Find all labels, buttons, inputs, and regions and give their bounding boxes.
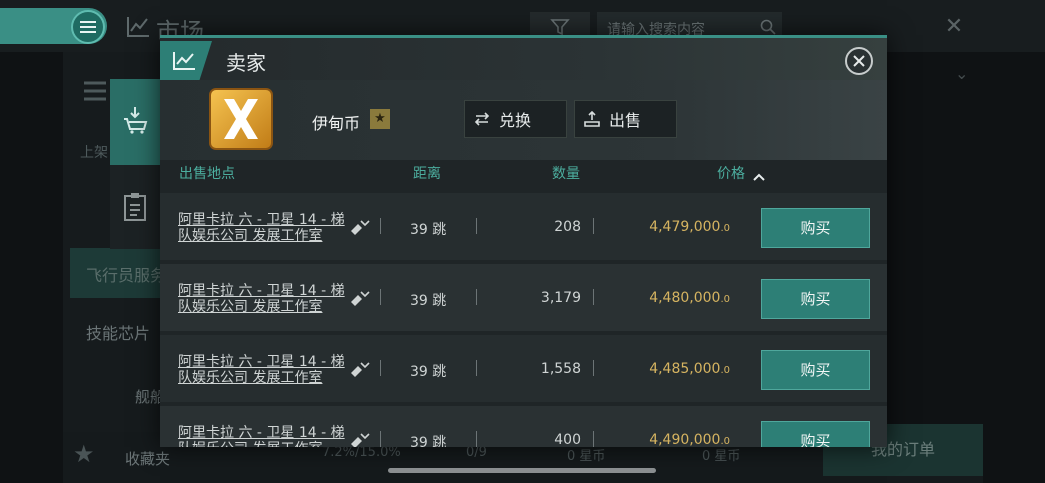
row-location[interactable]: 阿里卡拉 六 - 卫星 14 - 梯队娱乐公司 发展工作室 [178,425,346,447]
balance-stat: 0 星币 [567,449,606,464]
divider [380,431,381,447]
row-location[interactable]: 阿里卡拉 六 - 卫星 14 - 梯队娱乐公司 发展工作室 [178,212,346,244]
close-icon[interactable]: ✕ [941,14,967,40]
exchange-label: 兑换 [499,111,532,130]
clipboard-icon [124,193,146,221]
divider [593,431,594,447]
star-icon: ★ [370,109,390,129]
divider [476,431,477,447]
row-quantity: 3,179 [540,290,581,306]
cart-icon [124,107,148,134]
tax-stat: 7.2%/15.0% [322,445,401,460]
exchange-button[interactable]: 兑换 [464,100,567,138]
exchange-icon [474,112,490,126]
row-quantity: 1,558 [540,361,581,377]
row-jumps: 39 跳 [410,293,447,309]
column-price[interactable]: 价格 [717,163,745,183]
hamburger-icon[interactable] [71,10,105,44]
orders-count: 0/9 [466,445,487,460]
buy-button[interactable]: 购买 [761,208,870,248]
column-quantity[interactable]: 数量 [552,163,580,183]
chevron-down-icon[interactable]: ⌄ [955,64,968,83]
modal-title: 卖家 [226,51,266,75]
sell-button[interactable]: 出售 [574,100,677,138]
row-price: 4,485,000.0 [649,361,730,377]
divider [380,289,381,305]
row-location[interactable]: 阿里卡拉 六 - 卫星 14 - 梯队娱乐公司 发展工作室 [178,354,346,386]
route-icon[interactable] [348,359,372,379]
star-icon: ★ [73,440,95,468]
divider [593,218,594,234]
escrow-stat: 0 星币 [702,449,741,464]
buy-button[interactable]: 购买 [761,421,870,447]
column-location: 出售地点 [179,166,235,182]
row-quantity: 208 [554,219,581,235]
buy-button[interactable]: 购买 [761,350,870,390]
divider [476,218,477,234]
column-distance[interactable]: 距离 [413,163,441,183]
sell-label: 出售 [609,111,642,130]
row-location[interactable]: 阿里卡拉 六 - 卫星 14 - 梯队娱乐公司 发展工作室 [178,283,346,315]
buy-button[interactable]: 购买 [761,279,870,319]
row-jumps: 39 跳 [410,435,447,447]
divider [593,360,594,376]
divider [380,218,381,234]
buy-tab[interactable] [110,79,160,165]
modal-header: 卖家 [160,38,887,80]
eden-coin-icon [209,88,273,150]
item-name: 伊甸币 [312,114,361,133]
seller-modal: 卖家 伊甸币 ★ 兑换 出售 出售地点 距离 数量 价格 阿里卡拉 六 - 卫星… [160,35,887,447]
row-jumps: 39 跳 [410,364,447,380]
list-icon[interactable] [80,80,110,102]
route-icon[interactable] [348,288,372,308]
close-icon [853,55,865,67]
divider [380,360,381,376]
row-quantity: 400 [554,432,581,447]
close-button[interactable] [845,47,873,75]
favorites-tab[interactable]: 收藏夹 [125,448,170,469]
listing-label: 上架 [80,145,108,161]
row-jumps: 39 跳 [410,222,447,238]
filter-icon [550,19,570,36]
divider [476,360,477,376]
table-row: 阿里卡拉 六 - 卫星 14 - 梯队娱乐公司 发展工作室 39 跳 208 4… [160,193,887,260]
sidebar-item-skill-chips[interactable]: 技能芯片 [86,320,150,344]
route-icon[interactable] [348,430,372,447]
route-icon[interactable] [348,217,372,237]
divider [593,289,594,305]
row-price: 4,490,000.0 [649,432,730,447]
home-indicator[interactable] [388,468,656,473]
chart-icon [173,52,195,70]
table-row: 阿里卡拉 六 - 卫星 14 - 梯队娱乐公司 发展工作室 39 跳 3,179… [160,264,887,331]
sort-up-icon[interactable] [753,173,765,181]
divider [476,289,477,305]
row-price: 4,479,000.0 [649,219,730,235]
header-tab [160,41,212,80]
chart-icon [127,17,149,37]
table-row: 阿里卡拉 六 - 卫星 14 - 梯队娱乐公司 发展工作室 39 跳 400 4… [160,406,887,447]
table-row: 阿里卡拉 六 - 卫星 14 - 梯队娱乐公司 发展工作室 39 跳 1,558… [160,335,887,402]
row-price: 4,480,000.0 [649,290,730,306]
sell-icon [584,110,600,127]
orders-tab[interactable] [110,165,160,249]
search-icon[interactable] [760,19,776,35]
